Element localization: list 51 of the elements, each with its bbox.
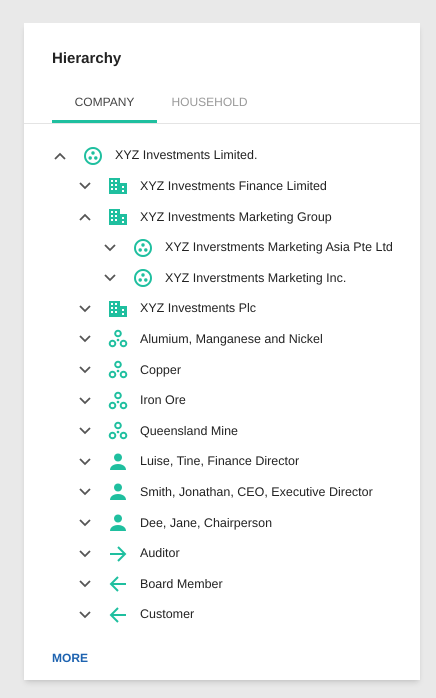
tree-item-label[interactable]: XYZ Investments Plc (140, 299, 256, 318)
chevron-down-icon[interactable] (79, 427, 91, 436)
tree-item-label[interactable]: Queensland Mine (140, 422, 238, 441)
arrow-right-icon (108, 544, 128, 564)
person-icon (108, 512, 128, 533)
chevron-down-icon[interactable] (79, 366, 91, 374)
person-icon (108, 482, 128, 502)
tree-item-label[interactable]: Alumium, Manganese and Nickel (140, 330, 323, 349)
connected-circles-icon (108, 390, 128, 411)
building-icon (108, 298, 128, 319)
tree-item-label[interactable]: XYZ Inverstments Marketing Asia Pte Ltd (165, 238, 393, 257)
tree-item-label[interactable]: Dee, Jane, Chairperson (140, 514, 272, 532)
chevron-down-icon[interactable] (79, 182, 91, 190)
chevron-down-icon[interactable] (79, 458, 91, 466)
chevron-down-icon[interactable] (79, 518, 91, 527)
chevron-down-icon[interactable] (79, 304, 91, 313)
tree-item-label[interactable]: XYZ Inverstments Marketing Inc. (165, 268, 346, 288)
more-link[interactable]: MORE (52, 649, 88, 667)
connected-circles-icon (108, 329, 128, 350)
tab[interactable]: COMPANY (52, 84, 157, 122)
chevron-down-icon[interactable] (79, 488, 91, 496)
chevron-down-icon[interactable] (104, 274, 116, 282)
tree-item-label[interactable]: Luise, Tine, Finance Director (140, 452, 300, 472)
chevron-up-icon[interactable] (79, 212, 91, 221)
circle-dots-icon (83, 146, 103, 166)
tree-item-label[interactable]: XYZ Investments Finance Limited (140, 177, 327, 196)
circle-dots-icon (133, 238, 153, 258)
circle-dots-icon (133, 268, 153, 288)
arrow-left-icon (108, 574, 128, 594)
tree-item-label[interactable]: Auditor (140, 544, 180, 563)
tree-item-label[interactable]: Board Member (140, 574, 223, 594)
building-icon (108, 206, 128, 227)
connected-circles-icon (108, 421, 128, 442)
chevron-down-icon[interactable] (104, 244, 116, 252)
tree-item-label[interactable]: Customer (140, 605, 194, 624)
card-title: Hierarchy (52, 49, 122, 69)
tree-item-label[interactable]: XYZ Investments Marketing Group (140, 208, 332, 226)
tree-item-label[interactable]: XYZ Investments Limited. (115, 146, 258, 166)
chevron-down-icon[interactable] (79, 610, 91, 619)
chevron-down-icon[interactable] (79, 396, 91, 405)
person-icon (108, 452, 128, 472)
chevron-down-icon[interactable] (79, 580, 91, 588)
tree-item-label[interactable]: Iron Ore (140, 391, 186, 410)
tree-item-label[interactable]: Copper (140, 360, 181, 380)
connected-circles-icon (108, 360, 128, 380)
building-icon (108, 176, 128, 196)
arrow-left-icon (108, 604, 128, 625)
chevron-down-icon[interactable] (79, 335, 91, 344)
chevron-down-icon[interactable] (79, 550, 91, 558)
tree-item-label[interactable]: Smith, Jonathan, CEO, Executive Director (140, 482, 373, 502)
chevron-up-icon[interactable] (54, 152, 66, 160)
